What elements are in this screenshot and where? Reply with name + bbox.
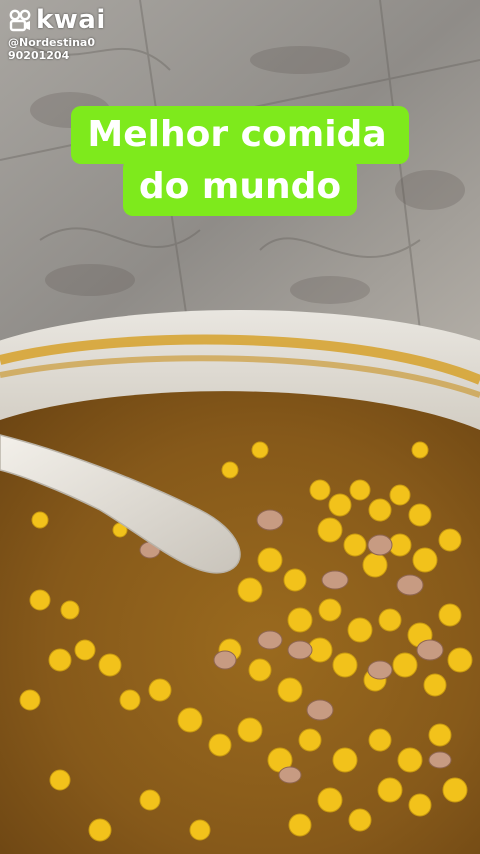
- video-frame: kwai @Nordestina0 90201204 Melhor comida…: [0, 0, 480, 854]
- creator-id: 90201204: [8, 49, 70, 62]
- caption-line-2: do mundo: [122, 158, 358, 216]
- caption-line-1: Melhor comida: [71, 106, 409, 164]
- creator-handle: @Nordestina0: [8, 36, 96, 49]
- kwai-logo-icon: [9, 9, 31, 32]
- kwai-brand-text: kwai: [36, 5, 106, 35]
- video-caption: Melhor comida do mundo: [0, 106, 480, 216]
- kwai-watermark: kwai @Nordestina0 90201204: [8, 5, 106, 62]
